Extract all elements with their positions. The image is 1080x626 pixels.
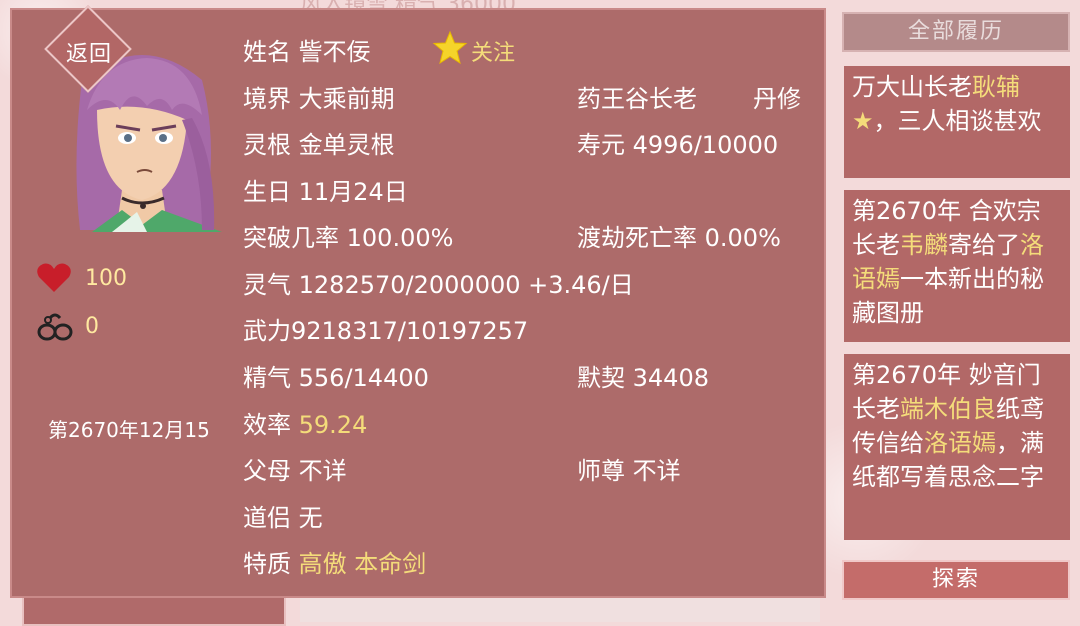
master-row: 师尊 不详 (577, 451, 681, 486)
birthday-label: 生日 (243, 178, 291, 206)
essence-value: 556/14400 (298, 364, 429, 392)
master-value: 不详 (632, 457, 681, 485)
efficiency-row: 效率 59.24 (243, 405, 367, 440)
name-row: 姓名 訾不佞 (243, 32, 371, 67)
realm-label: 境界 (243, 85, 291, 113)
tribulation-row: 渡劫死亡率 0.00% (577, 218, 781, 253)
root-label: 灵根 (243, 131, 291, 159)
root-row: 灵根 金单灵根 (243, 125, 395, 160)
qi-value: 1282570/2000000 +3.46/日 (298, 271, 634, 299)
master-label: 师尊 (577, 457, 625, 485)
back-button-label[interactable]: 返回 (50, 36, 128, 68)
game-date: 第2670年12月15 (48, 418, 210, 442)
bond-row: 默契 34408 (577, 358, 709, 393)
tribulation-value: 0.00% (704, 224, 781, 252)
realm-row: 境界 大乘前期 (243, 79, 395, 114)
lifespan-label: 寿元 (577, 131, 625, 159)
history-name-highlight: 端木伯良 (900, 395, 996, 423)
efficiency-value: 59.24 (298, 411, 368, 439)
name-label: 姓名 (243, 38, 291, 66)
shackles-count: 0 (85, 314, 99, 339)
heart-icon (37, 263, 71, 292)
efficiency-label: 效率 (243, 411, 291, 439)
history-entry: 万大山长老耿辅 ★，三人相谈甚欢 (844, 66, 1070, 178)
power-value: 9218317/10197257 (291, 317, 529, 345)
birthday-row: 生日 11月24日 (243, 172, 408, 207)
heart-count: 100 (85, 266, 127, 291)
bond-label: 默契 (577, 364, 625, 392)
history-text: ，三人相谈甚欢 (873, 107, 1042, 135)
birthday-value: 11月24日 (298, 178, 408, 206)
history-name-highlight: 洛语嫣 (924, 429, 996, 457)
essence-row: 精气 556/14400 (243, 358, 429, 393)
history-text: 寄给了 (948, 231, 1020, 259)
realm-value: 大乘前期 (298, 85, 395, 113)
cultivation-type: 丹修 (753, 85, 801, 113)
qi-row: 灵气 1282570/2000000 +3.46/日 (243, 265, 634, 300)
parents-label: 父母 (243, 457, 291, 485)
explore-button[interactable]: 探索 (842, 560, 1070, 600)
breakthrough-row: 突破几率 100.00% (243, 218, 453, 253)
history-entry: 第2670年 合欢宗长老韦麟寄给了洛语嫣一本新出的秘藏图册 (844, 190, 1070, 342)
partner-value: 无 (298, 504, 323, 532)
traits-value[interactable]: 高傲 本命剑 (299, 550, 427, 578)
shackles-icon (37, 313, 73, 341)
all-history-button[interactable]: 全部履历 (842, 12, 1070, 52)
power-row: 武力9218317/10197257 (243, 311, 528, 346)
bond-value: 34408 (632, 364, 709, 392)
star-icon[interactable] (432, 30, 468, 66)
sect-title: 药王谷长老 (577, 85, 697, 113)
breakthrough-value: 100.00% (346, 224, 454, 252)
traits-label: 特质 (243, 550, 291, 578)
character-info-panel: 返回 100 0 第2670年12月15 姓名 訾不佞 关注 境界 大乘前期 药… (10, 5, 826, 598)
traits-row: 特质 高傲 本命剑 (243, 544, 426, 579)
history-name-highlight: 耿辅 (972, 73, 1020, 101)
tribulation-label: 渡劫死亡率 (577, 224, 697, 252)
star-glyph: ★ (852, 107, 874, 135)
parents-value: 不详 (298, 457, 347, 485)
root-value: 金单灵根 (298, 131, 395, 159)
qi-label: 灵气 (243, 271, 291, 299)
partner-row: 道侣 无 (243, 498, 323, 533)
power-label: 武力 (243, 317, 291, 345)
essence-label: 精气 (243, 364, 291, 392)
follow-button[interactable]: 关注 (471, 35, 515, 67)
history-name-highlight: 韦麟 (900, 231, 948, 259)
lifespan-row: 寿元 4996/10000 (577, 125, 778, 160)
partner-label: 道侣 (243, 504, 291, 532)
character-name: 訾不佞 (298, 38, 371, 66)
history-text: 万大山长老 (852, 73, 972, 101)
lifespan-value: 4996/10000 (632, 131, 779, 159)
history-entry: 第2670年 妙音门长老端木伯良纸鸢传信给洛语嫣，满纸都写着思念二字 (844, 354, 1070, 540)
parents-row: 父母 不详 (243, 451, 347, 486)
breakthrough-label: 突破几率 (243, 224, 339, 252)
